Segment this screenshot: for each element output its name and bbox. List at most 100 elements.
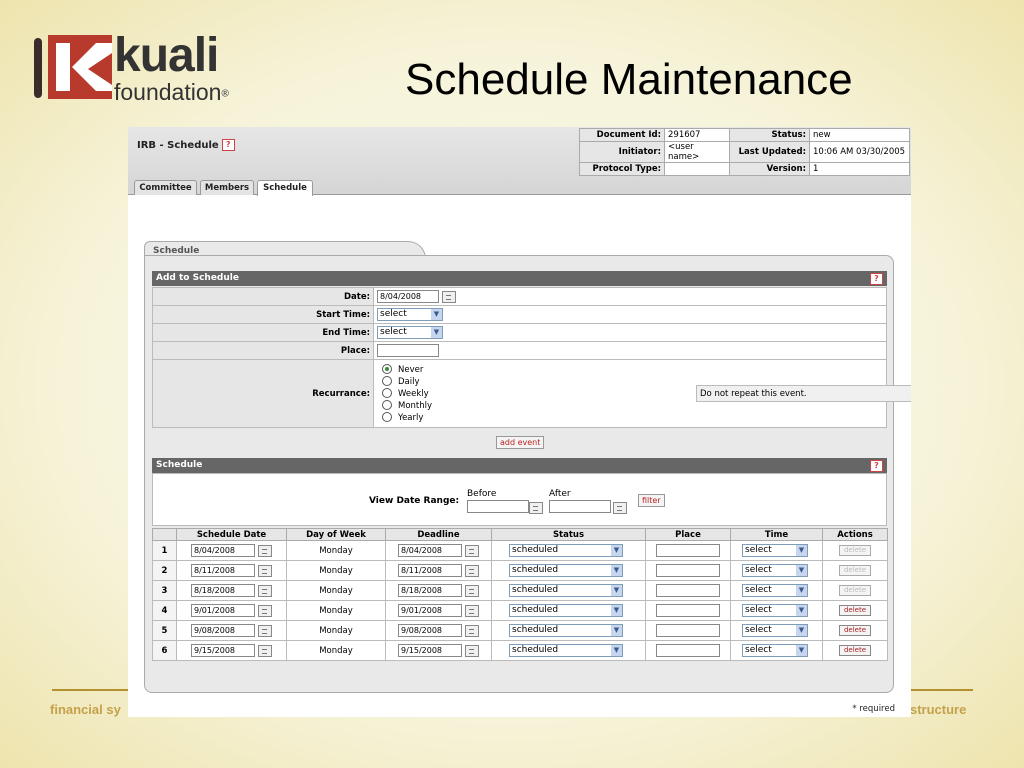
status-select[interactable]: scheduled ▼	[509, 644, 623, 657]
schedule-date-input[interactable]: 8/11/2008	[191, 564, 255, 577]
chevron-down-icon: ▼	[431, 309, 442, 320]
calendar-icon[interactable]	[465, 624, 479, 637]
calendar-icon[interactable]	[258, 564, 272, 577]
time-select[interactable]: select ▼	[742, 604, 808, 617]
time-select[interactable]: select ▼	[742, 624, 808, 637]
schedule-table-body: 1 8/04/2008 Monday 8/04/2008 scheduled ▼ selec…	[152, 540, 888, 661]
time-select[interactable]: select ▼	[742, 564, 808, 577]
before-date-input[interactable]	[467, 500, 529, 513]
delete-button[interactable]: delete	[838, 565, 872, 576]
place-input[interactable]	[377, 344, 439, 357]
delete-button[interactable]: delete	[838, 645, 872, 656]
schedule-date-cell: 8/11/2008	[176, 560, 287, 581]
schedule-date-input[interactable]: 9/01/2008	[191, 604, 255, 617]
schedule-date-input[interactable]: 8/18/2008	[191, 584, 255, 597]
calendar-icon[interactable]	[258, 604, 272, 617]
day-of-week-cell: Monday	[286, 560, 386, 581]
status-label: Status:	[729, 128, 810, 142]
start-time-select[interactable]: select ▼	[377, 308, 443, 321]
place-input[interactable]	[656, 644, 720, 657]
place-input[interactable]	[656, 564, 720, 577]
calendar-icon[interactable]	[442, 290, 456, 303]
version-label: Version:	[729, 162, 810, 176]
calendar-icon[interactable]	[465, 644, 479, 657]
place-input[interactable]	[656, 544, 720, 557]
place-cell	[645, 540, 731, 561]
status-select[interactable]: scheduled ▼	[509, 584, 623, 597]
calendar-icon[interactable]	[258, 544, 272, 557]
deadline-input[interactable]: 9/01/2008	[398, 604, 462, 617]
add-section-help-icon[interactable]: ?	[870, 273, 883, 285]
calendar-icon[interactable]	[529, 502, 543, 514]
schedule-list-title: Schedule	[156, 460, 203, 470]
deadline-input[interactable]: 8/18/2008	[398, 584, 462, 597]
chevron-down-icon: ▼	[611, 585, 622, 596]
deadline-cell: 8/04/2008	[385, 540, 492, 561]
calendar-icon[interactable]	[465, 544, 479, 557]
chevron-down-icon: ▼	[611, 645, 622, 656]
delete-button[interactable]: delete	[838, 625, 872, 636]
place-input[interactable]	[656, 624, 720, 637]
schedule-date-input[interactable]: 9/15/2008	[191, 644, 255, 657]
schedule-date-input[interactable]: 8/04/2008	[191, 544, 255, 557]
status-select[interactable]: scheduled ▼	[509, 564, 623, 577]
day-of-week-cell: Monday	[286, 620, 386, 641]
schedule-help-icon[interactable]: ?	[870, 460, 883, 472]
deadline-input[interactable]: 8/04/2008	[398, 544, 462, 557]
chevron-down-icon: ▼	[796, 545, 807, 556]
last-updated-label: Last Updated:	[729, 141, 810, 163]
calendar-icon[interactable]	[258, 644, 272, 657]
gold-divider-right	[911, 689, 973, 691]
time-select[interactable]: select ▼	[742, 644, 808, 657]
row-number-header	[152, 528, 177, 541]
help-icon[interactable]: ?	[221, 139, 235, 151]
calendar-icon[interactable]	[465, 564, 479, 577]
calendar-icon[interactable]	[465, 584, 479, 597]
deadline-input[interactable]: 9/15/2008	[398, 644, 462, 657]
time-cell: select ▼	[730, 600, 823, 621]
status-select[interactable]: scheduled ▼	[509, 624, 623, 637]
actions-cell: delete	[822, 540, 888, 561]
deadline-input[interactable]: 9/08/2008	[398, 624, 462, 637]
calendar-icon[interactable]	[258, 624, 272, 637]
chevron-down-icon: ▼	[796, 625, 807, 636]
end-time-select[interactable]: select ▼	[377, 326, 443, 339]
place-input[interactable]	[656, 604, 720, 617]
delete-button[interactable]: delete	[838, 545, 872, 556]
required-note: * required	[852, 704, 895, 714]
tab-committee[interactable]: Committee	[134, 180, 197, 195]
recurrence-cell: Never Daily Weekly Monthly Yearly Do not…	[373, 359, 911, 428]
calendar-icon[interactable]	[258, 584, 272, 597]
start-time-label: Start Time:	[152, 305, 374, 324]
add-event-button[interactable]: add event	[496, 436, 545, 449]
gold-divider-left	[52, 689, 128, 691]
schedule-date-input[interactable]: 9/08/2008	[191, 624, 255, 637]
schedule-table-header: Schedule Date Day of Week Deadline Statu…	[152, 528, 888, 541]
delete-button[interactable]: delete	[838, 585, 872, 596]
calendar-icon[interactable]	[465, 604, 479, 617]
tab-schedule[interactable]: Schedule	[257, 180, 313, 196]
delete-button[interactable]: delete	[838, 605, 872, 616]
time-select[interactable]: select ▼	[742, 544, 808, 557]
time-cell: select ▼	[730, 620, 823, 641]
recurrence-never[interactable]: Never	[382, 364, 883, 376]
column-header: Deadline	[385, 528, 492, 541]
filter-button[interactable]: filter	[638, 494, 665, 507]
logo-bracket	[34, 38, 42, 98]
chevron-down-icon: ▼	[611, 605, 622, 616]
date-input[interactable]: 8/04/2008	[377, 290, 439, 303]
status-select[interactable]: scheduled ▼	[509, 604, 623, 617]
table-row: 2 8/11/2008 Monday 8/11/2008 scheduled ▼ selec…	[152, 560, 888, 581]
status-select[interactable]: scheduled ▼	[509, 544, 623, 557]
recurrence-yearly[interactable]: Yearly	[382, 412, 883, 424]
document-id-value: 291607	[664, 128, 730, 142]
place-input[interactable]	[656, 584, 720, 597]
schedule-date-cell: 9/08/2008	[176, 620, 287, 641]
tab-members[interactable]: Members	[200, 180, 254, 195]
after-date-input[interactable]	[549, 500, 611, 513]
deadline-input[interactable]: 8/11/2008	[398, 564, 462, 577]
end-time-cell: select ▼	[373, 323, 887, 342]
time-select[interactable]: select ▼	[742, 584, 808, 597]
calendar-icon[interactable]	[613, 502, 627, 514]
place-cell	[645, 640, 731, 661]
